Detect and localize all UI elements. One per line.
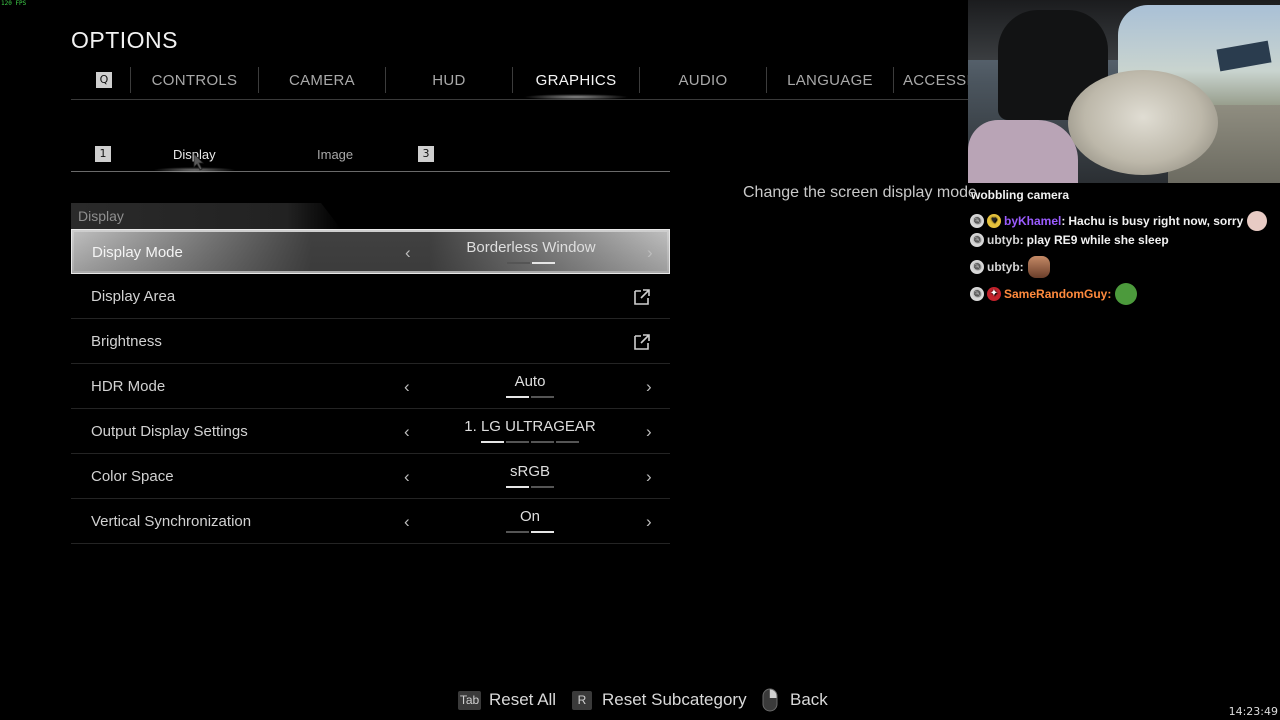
prev-tab-key-hint: Q <box>96 72 112 88</box>
setting-value: 1. LG ULTRAGEAR <box>464 418 596 435</box>
tab-controls[interactable]: CONTROLS <box>131 62 258 98</box>
setting-display-mode[interactable]: Display Mode ‹ Borderless Window › <box>71 229 670 274</box>
page-title: OPTIONS <box>71 27 179 53</box>
back-button[interactable]: Back <box>790 690 828 710</box>
tab-camera[interactable]: CAMERA <box>259 62 385 98</box>
chat-event: wobbling camera <box>971 188 1069 202</box>
chat-colon: : <box>1019 233 1024 247</box>
setting-label: Display Mode <box>92 244 183 261</box>
chevron-right-icon[interactable]: › <box>646 409 652 454</box>
person-head <box>1068 70 1218 175</box>
setting-output-display[interactable]: Output Display Settings ‹ 1. LG ULTRAGEA… <box>71 409 670 454</box>
setting-display-area[interactable]: Display Area <box>71 274 670 319</box>
option-indicator <box>506 486 554 488</box>
settings-list: Display Mode ‹ Borderless Window › Displ… <box>71 229 670 544</box>
setting-color-space[interactable]: Color Space ‹ sRGB › <box>71 454 670 499</box>
tab-language[interactable]: LANGUAGE <box>767 62 893 98</box>
badge-icon: ☺ <box>970 233 984 247</box>
mouse-right-icon <box>762 688 778 712</box>
option-indicator <box>506 531 554 533</box>
tab-hud[interactable]: HUD <box>386 62 512 98</box>
section-header: Display <box>71 203 341 229</box>
chat-username: ubtyb <box>987 260 1020 274</box>
setting-value: Borderless Window <box>466 239 596 256</box>
badge-icon: ☺ <box>970 260 984 274</box>
option-indicator <box>481 441 579 443</box>
prev-subtab-key-hint: 1 <box>95 146 111 162</box>
subcategory-tabs: 1 Display Image 3 <box>71 138 670 173</box>
emote-icon <box>1247 211 1268 231</box>
chevron-right-icon[interactable]: › <box>646 364 652 409</box>
chat-colon: : <box>1019 260 1024 274</box>
fps-counter: 120 FPS <box>1 0 27 7</box>
setting-value: sRGB <box>509 463 550 480</box>
setting-description: Change the screen display mode. <box>743 184 982 201</box>
reset-subcategory-button[interactable]: Reset Subcategory <box>602 690 747 710</box>
category-tabs: Q CONTROLS CAMERA HUD GRAPHICS AUDIO LAN… <box>71 62 971 100</box>
badge-icon: ♥ <box>987 214 1001 228</box>
chevron-left-icon[interactable]: ‹ <box>404 364 410 409</box>
setting-label: Color Space <box>91 468 174 485</box>
subtab-image[interactable]: Image <box>317 138 353 170</box>
chat-username: SameRandomGuy <box>1004 287 1108 301</box>
bottom-hint-bar: Tab Reset All R Reset Subcategory Back <box>0 686 1280 716</box>
r-key-hint: R <box>572 691 592 710</box>
tab-audio[interactable]: AUDIO <box>640 62 766 98</box>
emote-icon <box>1115 283 1138 305</box>
chat-message: ☺ ✦ SameRandomGuy: <box>970 283 1138 305</box>
chat-message: ☺ ubtyb: play RE9 while she sleep <box>970 233 1169 247</box>
chevron-right-icon[interactable]: › <box>647 230 653 275</box>
setting-vertical-sync[interactable]: Vertical Synchronization ‹ On › <box>71 499 670 544</box>
setting-brightness[interactable]: Brightness <box>71 319 670 364</box>
setting-value: On <box>519 508 540 525</box>
option-indicator <box>507 262 555 264</box>
chevron-right-icon[interactable]: › <box>646 454 652 499</box>
chat-colon: : <box>1061 214 1066 228</box>
mouse-cursor-icon <box>193 153 204 171</box>
chevron-left-icon[interactable]: ‹ <box>404 499 410 544</box>
external-link-icon <box>634 289 650 305</box>
chevron-left-icon[interactable]: ‹ <box>404 454 410 499</box>
chat-text: play RE9 while she sleep <box>1026 233 1169 247</box>
external-link-icon <box>634 334 650 350</box>
person-shirt <box>968 120 1078 183</box>
setting-hdr-mode[interactable]: HDR Mode ‹ Auto › <box>71 364 670 409</box>
tab-graphics[interactable]: GRAPHICS <box>513 62 639 100</box>
setting-label: Brightness <box>91 333 162 350</box>
chat-text: Hachu is busy right now, sorry <box>1068 214 1244 228</box>
setting-label: Vertical Synchronization <box>91 513 252 530</box>
chevron-left-icon[interactable]: ‹ <box>404 409 410 454</box>
tab-key-hint: Tab <box>458 691 481 710</box>
setting-label: Output Display Settings <box>91 423 248 440</box>
setting-label: Display Area <box>91 288 176 305</box>
chat-message: ☺ ubtyb: <box>970 256 1050 278</box>
next-subtab-key-hint: 3 <box>418 146 434 162</box>
chevron-left-icon[interactable]: ‹ <box>405 230 411 275</box>
chat-username: ubtyb <box>987 233 1020 247</box>
emote-icon <box>1027 256 1050 278</box>
chat-colon: : <box>1107 287 1112 301</box>
badge-icon: ☺ <box>970 287 984 301</box>
setting-value: Auto <box>514 373 546 390</box>
reset-all-button[interactable]: Reset All <box>489 690 556 710</box>
chat-message: ☺ ♥ byKhamel: Hachu is busy right now, s… <box>970 211 1268 231</box>
option-indicator <box>506 396 554 398</box>
clock: 14:23:49 <box>1228 705 1278 718</box>
webcam-overlay <box>968 0 1280 183</box>
chat-event-text: wobbling camera <box>971 188 1070 202</box>
chevron-right-icon[interactable]: › <box>646 499 652 544</box>
setting-label: HDR Mode <box>91 378 166 395</box>
tab-accessibility[interactable]: ACCESSI <box>894 62 971 98</box>
badge-icon: ✦ <box>987 287 1001 301</box>
badge-icon: ☺ <box>970 214 984 228</box>
chat-username: byKhamel <box>1004 214 1062 228</box>
